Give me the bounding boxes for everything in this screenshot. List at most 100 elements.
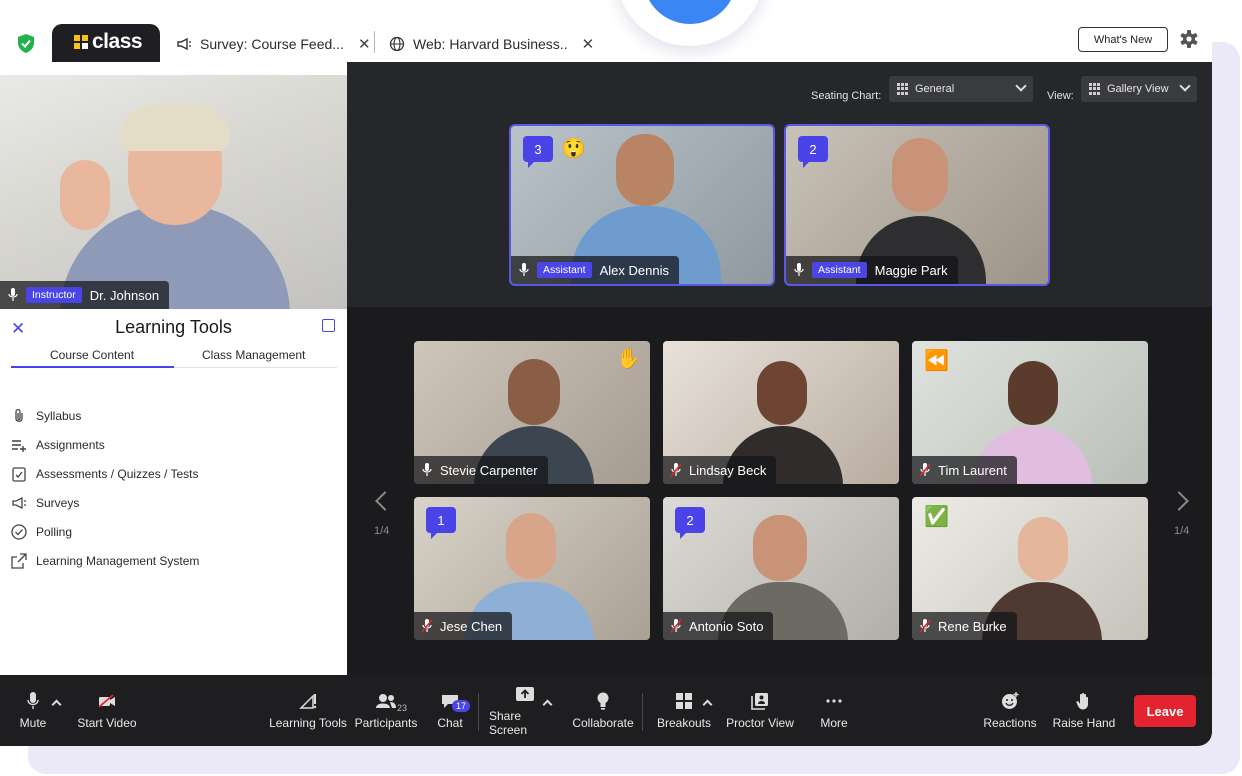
participant-name: Lindsay Beck	[689, 462, 767, 478]
tool-item-lms[interactable]: Learning Management System	[11, 553, 199, 569]
learning-tools-button[interactable]: Learning Tools	[268, 675, 348, 746]
check-mark-icon: ✅	[924, 506, 949, 528]
close-icon[interactable]: ✕	[358, 35, 371, 53]
tab-class[interactable]: class	[52, 24, 160, 62]
checklist-icon	[11, 466, 27, 482]
muted-microphone-icon	[422, 619, 432, 633]
mute-label: Mute	[19, 715, 47, 730]
video-tile-maggie-park[interactable]: 2 Assistant Maggie Park	[784, 124, 1050, 286]
more-button[interactable]: More	[816, 675, 852, 746]
video-camera-icon	[668, 0, 714, 6]
check-circle-icon	[11, 524, 27, 540]
learning-tools-title: Learning Tools	[115, 317, 232, 337]
top-bar: class Survey: Course Feed... ✕ Web: Harv…	[0, 12, 1212, 62]
raise-hand-button[interactable]: Raise Hand	[1052, 675, 1116, 746]
microphone-icon	[8, 288, 18, 301]
hand-icon	[1076, 692, 1092, 710]
start-video-label: Start Video	[77, 715, 137, 730]
seating-chart-select[interactable]: General	[889, 76, 1033, 102]
tool-item-assignments[interactable]: Assignments	[11, 437, 105, 453]
grid-icon	[1089, 83, 1101, 95]
tab-web[interactable]: Web: Harvard Business.. ✕	[389, 32, 594, 56]
more-label: More	[820, 715, 848, 730]
video-tile-rene-burke[interactable]: ✅ Rene Burke	[912, 497, 1148, 640]
tab-class-management[interactable]: Class Management	[202, 348, 305, 362]
microphone-icon	[422, 463, 432, 476]
participant-face	[753, 515, 807, 581]
tab-divider	[374, 31, 375, 53]
video-tile-tim-laurent[interactable]: ⏪ Tim Laurent	[912, 341, 1148, 484]
collaborate-button[interactable]: Collaborate	[571, 675, 635, 746]
surprised-emoji-icon: 😲	[561, 138, 586, 160]
tool-item-assessments[interactable]: Assessments / Quizzes / Tests	[11, 466, 199, 482]
chat-count-badge: 3	[523, 136, 553, 168]
chat-label: Chat	[437, 715, 463, 730]
whats-new-button[interactable]: What's New	[1078, 27, 1168, 52]
instructor-hand	[60, 160, 110, 230]
grid-icon	[897, 83, 909, 95]
tool-item-syllabus[interactable]: Syllabus	[11, 408, 81, 424]
instructor-video: Instructor Dr. Johnson	[0, 75, 347, 309]
seating-chart-label: Seating Chart:	[811, 90, 882, 102]
participant-face	[506, 513, 556, 579]
assignments-icon	[11, 437, 27, 453]
popout-icon[interactable]	[322, 319, 335, 332]
participant-face	[757, 361, 807, 425]
participants-icon	[375, 692, 397, 710]
share-screen-button[interactable]: Share Screen	[489, 675, 561, 746]
video-off-icon	[98, 692, 116, 710]
video-camera-logo	[643, 0, 737, 24]
rewind-icon: ⏪	[924, 350, 949, 372]
video-tile-jese-chen[interactable]: 1 Jese Chen	[414, 497, 650, 640]
reactions-button[interactable]: Reactions	[982, 675, 1038, 746]
start-video-button[interactable]: Start Video	[74, 675, 140, 746]
share-screen-label: Share Screen	[489, 708, 528, 737]
page-indicator-right: 1/4	[1174, 525, 1190, 537]
mute-options-caret-icon[interactable]	[51, 699, 62, 710]
participant-name: Dr. Johnson	[89, 287, 160, 303]
video-tile-lindsay-beck[interactable]: Lindsay Beck	[663, 341, 899, 484]
muted-microphone-icon	[920, 619, 930, 633]
proctor-view-button[interactable]: Proctor View	[724, 675, 796, 746]
participant-name: Rene Burke	[938, 618, 1007, 634]
tool-item-surveys[interactable]: Surveys	[11, 495, 79, 511]
participant-face	[616, 134, 674, 206]
view-select[interactable]: Gallery View	[1081, 76, 1197, 102]
video-tile-antonio-soto[interactable]: 2 Antonio Soto	[663, 497, 899, 640]
tab-survey-label: Survey: Course Feed...	[200, 36, 344, 52]
participant-namebar: Assistant Maggie Park	[786, 256, 958, 284]
gear-icon[interactable]	[1180, 30, 1198, 48]
tab-divider	[174, 367, 337, 368]
microphone-icon	[519, 263, 529, 276]
tool-item-label: Assignments	[36, 438, 105, 452]
proctor-view-label: Proctor View	[726, 715, 794, 730]
participant-name: Alex Dennis	[599, 262, 669, 278]
participants-button[interactable]: Participants	[352, 675, 420, 746]
participant-namebar: Antonio Soto	[663, 612, 774, 640]
video-tile-alex-dennis[interactable]: 3 😲 Assistant Alex Dennis	[509, 124, 775, 286]
tab-course-content[interactable]: Course Content	[50, 348, 134, 362]
mute-button[interactable]: Mute	[14, 675, 52, 746]
participant-namebar: Assistant Alex Dennis	[511, 256, 679, 284]
globe-icon	[389, 36, 405, 52]
tool-item-label: Surveys	[36, 496, 80, 510]
learning-tools-label: Learning Tools	[269, 715, 347, 730]
close-icon[interactable]: ✕	[582, 35, 595, 53]
tab-survey[interactable]: Survey: Course Feed... ✕	[176, 32, 371, 56]
participant-namebar: Lindsay Beck	[663, 456, 777, 484]
muted-microphone-icon	[671, 619, 681, 633]
tool-item-polling[interactable]: Polling	[11, 524, 72, 540]
participant-namebar: Rene Burke	[912, 612, 1017, 640]
leave-button[interactable]: Leave	[1134, 695, 1196, 727]
lightbulb-icon	[597, 692, 609, 710]
participant-face	[1008, 361, 1058, 425]
class-logo-mark-icon	[74, 35, 88, 49]
seating-chart-value: General	[915, 83, 955, 95]
breakouts-button[interactable]: Breakouts	[656, 675, 712, 746]
participant-face	[1018, 517, 1068, 581]
megaphone-icon	[11, 495, 27, 511]
video-tile-stevie-carpenter[interactable]: ✋ Stevie Carpenter	[414, 341, 650, 484]
chevron-down-icon	[1179, 80, 1191, 92]
microphone-icon	[27, 691, 39, 710]
tab-web-label: Web: Harvard Business..	[413, 36, 568, 52]
